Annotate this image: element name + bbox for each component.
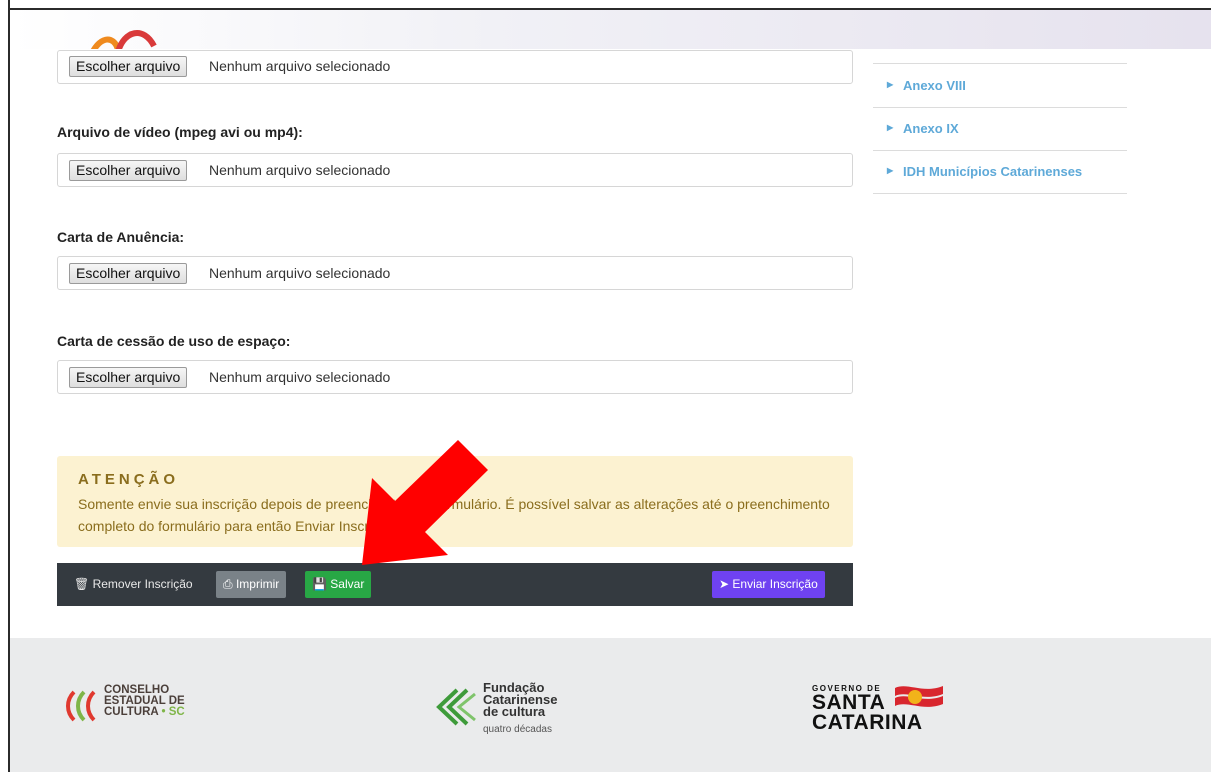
caret-right-icon: ▶: [887, 80, 894, 89]
alert-title: ATENÇÃO: [78, 471, 180, 488]
santa-catarina-flag-icon: [895, 686, 943, 707]
choose-space-use-letter-button[interactable]: Escolher arquivo: [69, 367, 188, 388]
paper-plane-icon: ➤: [719, 577, 730, 591]
space-use-letter-label: Carta de cessão de uso de espaço:: [57, 333, 291, 349]
fcc-logo-subtitle: quatro décadas: [483, 724, 552, 735]
caret-right-icon: ▶: [887, 123, 894, 132]
remove-inscription-label: Remover Inscrição: [92, 577, 193, 591]
video-file-field: Escolher arquivo Nenhum arquivo selecion…: [57, 153, 853, 187]
file-upload-field-top: Escolher arquivo Nenhum arquivo selecion…: [57, 50, 853, 84]
video-file-label: Arquivo de vídeo (mpeg avi ou mp4):: [57, 124, 303, 140]
sidebar-link-label: Anexo IX: [903, 121, 959, 136]
video-file-status: Nenhum arquivo selecionado: [209, 162, 391, 178]
site-footer: CONSELHO ESTADUAL DE CULTURA • SC Fundaç…: [10, 638, 1211, 772]
cesc-logo-icon: [66, 690, 96, 722]
file-status-text: Nenhum arquivo selecionado: [209, 58, 391, 74]
space-use-letter-field: Escolher arquivo Nenhum arquivo selecion…: [57, 360, 853, 394]
fcc-logo-icon: [436, 688, 476, 726]
cesc-logo-text: CONSELHO ESTADUAL DE CULTURA • SC: [104, 684, 185, 718]
sidebar-link-label: IDH Municípios Catarinenses: [903, 164, 1083, 179]
fcc-logo-text: Fundação Catarinense de cultura: [483, 680, 558, 719]
choose-file-button[interactable]: Escolher arquivo: [69, 56, 188, 77]
choose-video-file-button[interactable]: Escolher arquivo: [69, 160, 188, 181]
printer-icon: ⎙: [223, 577, 233, 591]
print-label: Imprimir: [235, 577, 280, 591]
choose-consent-letter-button[interactable]: Escolher arquivo: [69, 263, 188, 284]
print-button[interactable]: ⎙ Imprimir: [216, 571, 287, 598]
floppy-disk-icon: 💾: [312, 577, 327, 591]
window-border-top: [8, 8, 1211, 10]
consent-letter-status: Nenhum arquivo selecionado: [209, 265, 391, 281]
red-arrow-annotation: [362, 440, 488, 565]
remove-inscription-button[interactable]: 🗑 Remover Inscrição: [74, 577, 193, 591]
space-use-letter-status: Nenhum arquivo selecionado: [209, 369, 391, 385]
trash-icon: 🗑: [74, 577, 90, 591]
send-inscription-label: Enviar Inscrição: [732, 577, 818, 591]
sidebar-link-anexo-viii[interactable]: ▶ Anexo VIII: [873, 64, 1127, 108]
caret-right-icon: ▶: [887, 166, 894, 175]
sidebar-link-label: Anexo VIII: [903, 78, 966, 93]
site-header: [10, 10, 1211, 49]
send-inscription-button[interactable]: ➤ Enviar Inscrição: [712, 571, 825, 598]
consent-letter-field: Escolher arquivo Nenhum arquivo selecion…: [57, 256, 853, 290]
sidebar-link-anexo-ix[interactable]: ▶ Anexo IX: [873, 107, 1127, 151]
sidebar-link-idh[interactable]: ▶ IDH Municípios Catarinenses: [873, 150, 1127, 194]
site-logo-icon: [90, 30, 157, 49]
consent-letter-label: Carta de Anuência:: [57, 229, 185, 245]
